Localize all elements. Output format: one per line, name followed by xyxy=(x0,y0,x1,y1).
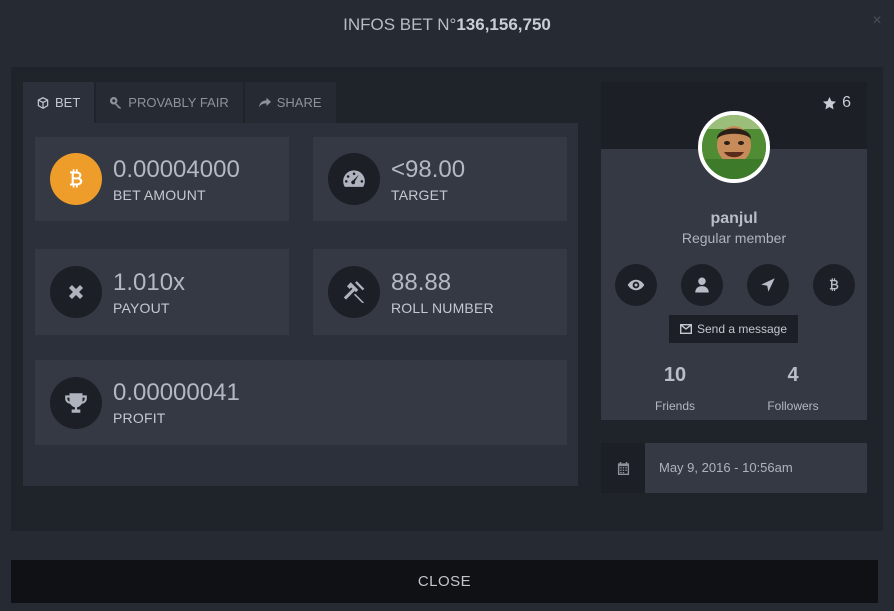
send-tip-button[interactable] xyxy=(747,264,789,306)
gavel-icon xyxy=(343,281,365,303)
user-stars: 6 xyxy=(822,94,851,112)
modal-body: BET PROVABLY FAIR SHARE 0.00004000 BET A… xyxy=(11,67,883,531)
bet-date-row: May 9, 2016 - 10:56am xyxy=(601,443,867,493)
tab-bet-label: BET xyxy=(55,95,81,110)
friends-count: 10 xyxy=(663,364,687,386)
times-icon xyxy=(68,284,84,300)
send-message-button[interactable]: Send a message xyxy=(669,315,798,343)
cube-icon xyxy=(37,96,49,109)
modal-title: INFOS BET N°136,156,750 xyxy=(0,0,894,50)
bet-tab-panel: 0.00004000 BET AMOUNT <98.00 TARGET 1.01… xyxy=(23,123,578,486)
follow-user-button[interactable] xyxy=(681,264,723,306)
tab-provably-fair-label: PROVABLY FAIR xyxy=(128,95,229,110)
calendar-icon xyxy=(617,461,629,475)
star-icon xyxy=(823,96,837,109)
followers-label: Followers xyxy=(767,399,819,413)
tab-provably-fair[interactable]: PROVABLY FAIR xyxy=(96,82,243,123)
roll-number-card: 88.88 ROLL NUMBER xyxy=(313,249,567,335)
bitcoin-icon xyxy=(70,169,83,188)
bet-id: 136,156,750 xyxy=(456,15,551,34)
followers-count: 4 xyxy=(787,364,799,386)
key-icon xyxy=(110,96,122,109)
user-icon xyxy=(695,277,709,293)
avatar[interactable] xyxy=(698,111,770,183)
friends-label: Friends xyxy=(654,399,695,413)
tab-share-label: SHARE xyxy=(276,95,322,110)
bitcoin-icon xyxy=(829,278,839,291)
send-bitcoin-button[interactable] xyxy=(813,264,855,306)
view-profile-button[interactable] xyxy=(615,264,657,306)
close-icon[interactable]: × xyxy=(870,13,884,29)
bet-amount-card: 0.00004000 BET AMOUNT xyxy=(35,137,289,221)
avatar-photo xyxy=(702,115,766,179)
envelope-icon xyxy=(679,324,692,334)
bet-amount-value: 0.00004000 xyxy=(113,155,240,183)
user-panel: 6 panjul Regular member Send a message 1… xyxy=(601,82,867,420)
username[interactable]: panjul xyxy=(601,210,867,228)
eye-icon xyxy=(627,279,645,291)
title-prefix: INFOS BET N° xyxy=(343,15,457,34)
profit-label: PROFIT xyxy=(113,410,166,426)
target-value: <98.00 xyxy=(391,155,466,183)
payout-card: 1.010x PAYOUT xyxy=(35,249,289,335)
payout-label: PAYOUT xyxy=(113,299,170,316)
send-message-label: Send a message xyxy=(696,322,788,336)
followers-stat[interactable]: 4 Followers xyxy=(733,364,853,413)
location-arrow-icon xyxy=(761,278,775,292)
share-icon xyxy=(258,97,271,107)
tab-share[interactable]: SHARE xyxy=(244,82,336,123)
payout-value: 1.010x xyxy=(113,268,186,296)
profit-card: 0.00000041 PROFIT xyxy=(35,360,567,445)
tab-bet[interactable]: BET xyxy=(23,82,95,123)
user-rank: Regular member xyxy=(681,230,787,246)
bet-amount-label: BET AMOUNT xyxy=(113,186,206,203)
tab-bar: BET PROVABLY FAIR SHARE xyxy=(23,82,338,123)
star-count: 6 xyxy=(842,94,851,111)
profit-value: 0.00000041 xyxy=(113,379,240,406)
close-button[interactable]: CLOSE xyxy=(11,560,878,603)
dashboard-icon xyxy=(343,170,365,187)
roll-number-value: 88.88 xyxy=(391,268,452,296)
friends-stat[interactable]: 10 Friends xyxy=(615,364,735,413)
target-card: <98.00 TARGET xyxy=(313,137,567,221)
trophy-icon xyxy=(65,392,87,413)
target-label: TARGET xyxy=(391,186,448,203)
bet-date: May 9, 2016 - 10:56am xyxy=(645,443,867,493)
roll-number-label: ROLL NUMBER xyxy=(391,299,494,316)
user-actions xyxy=(615,264,855,306)
